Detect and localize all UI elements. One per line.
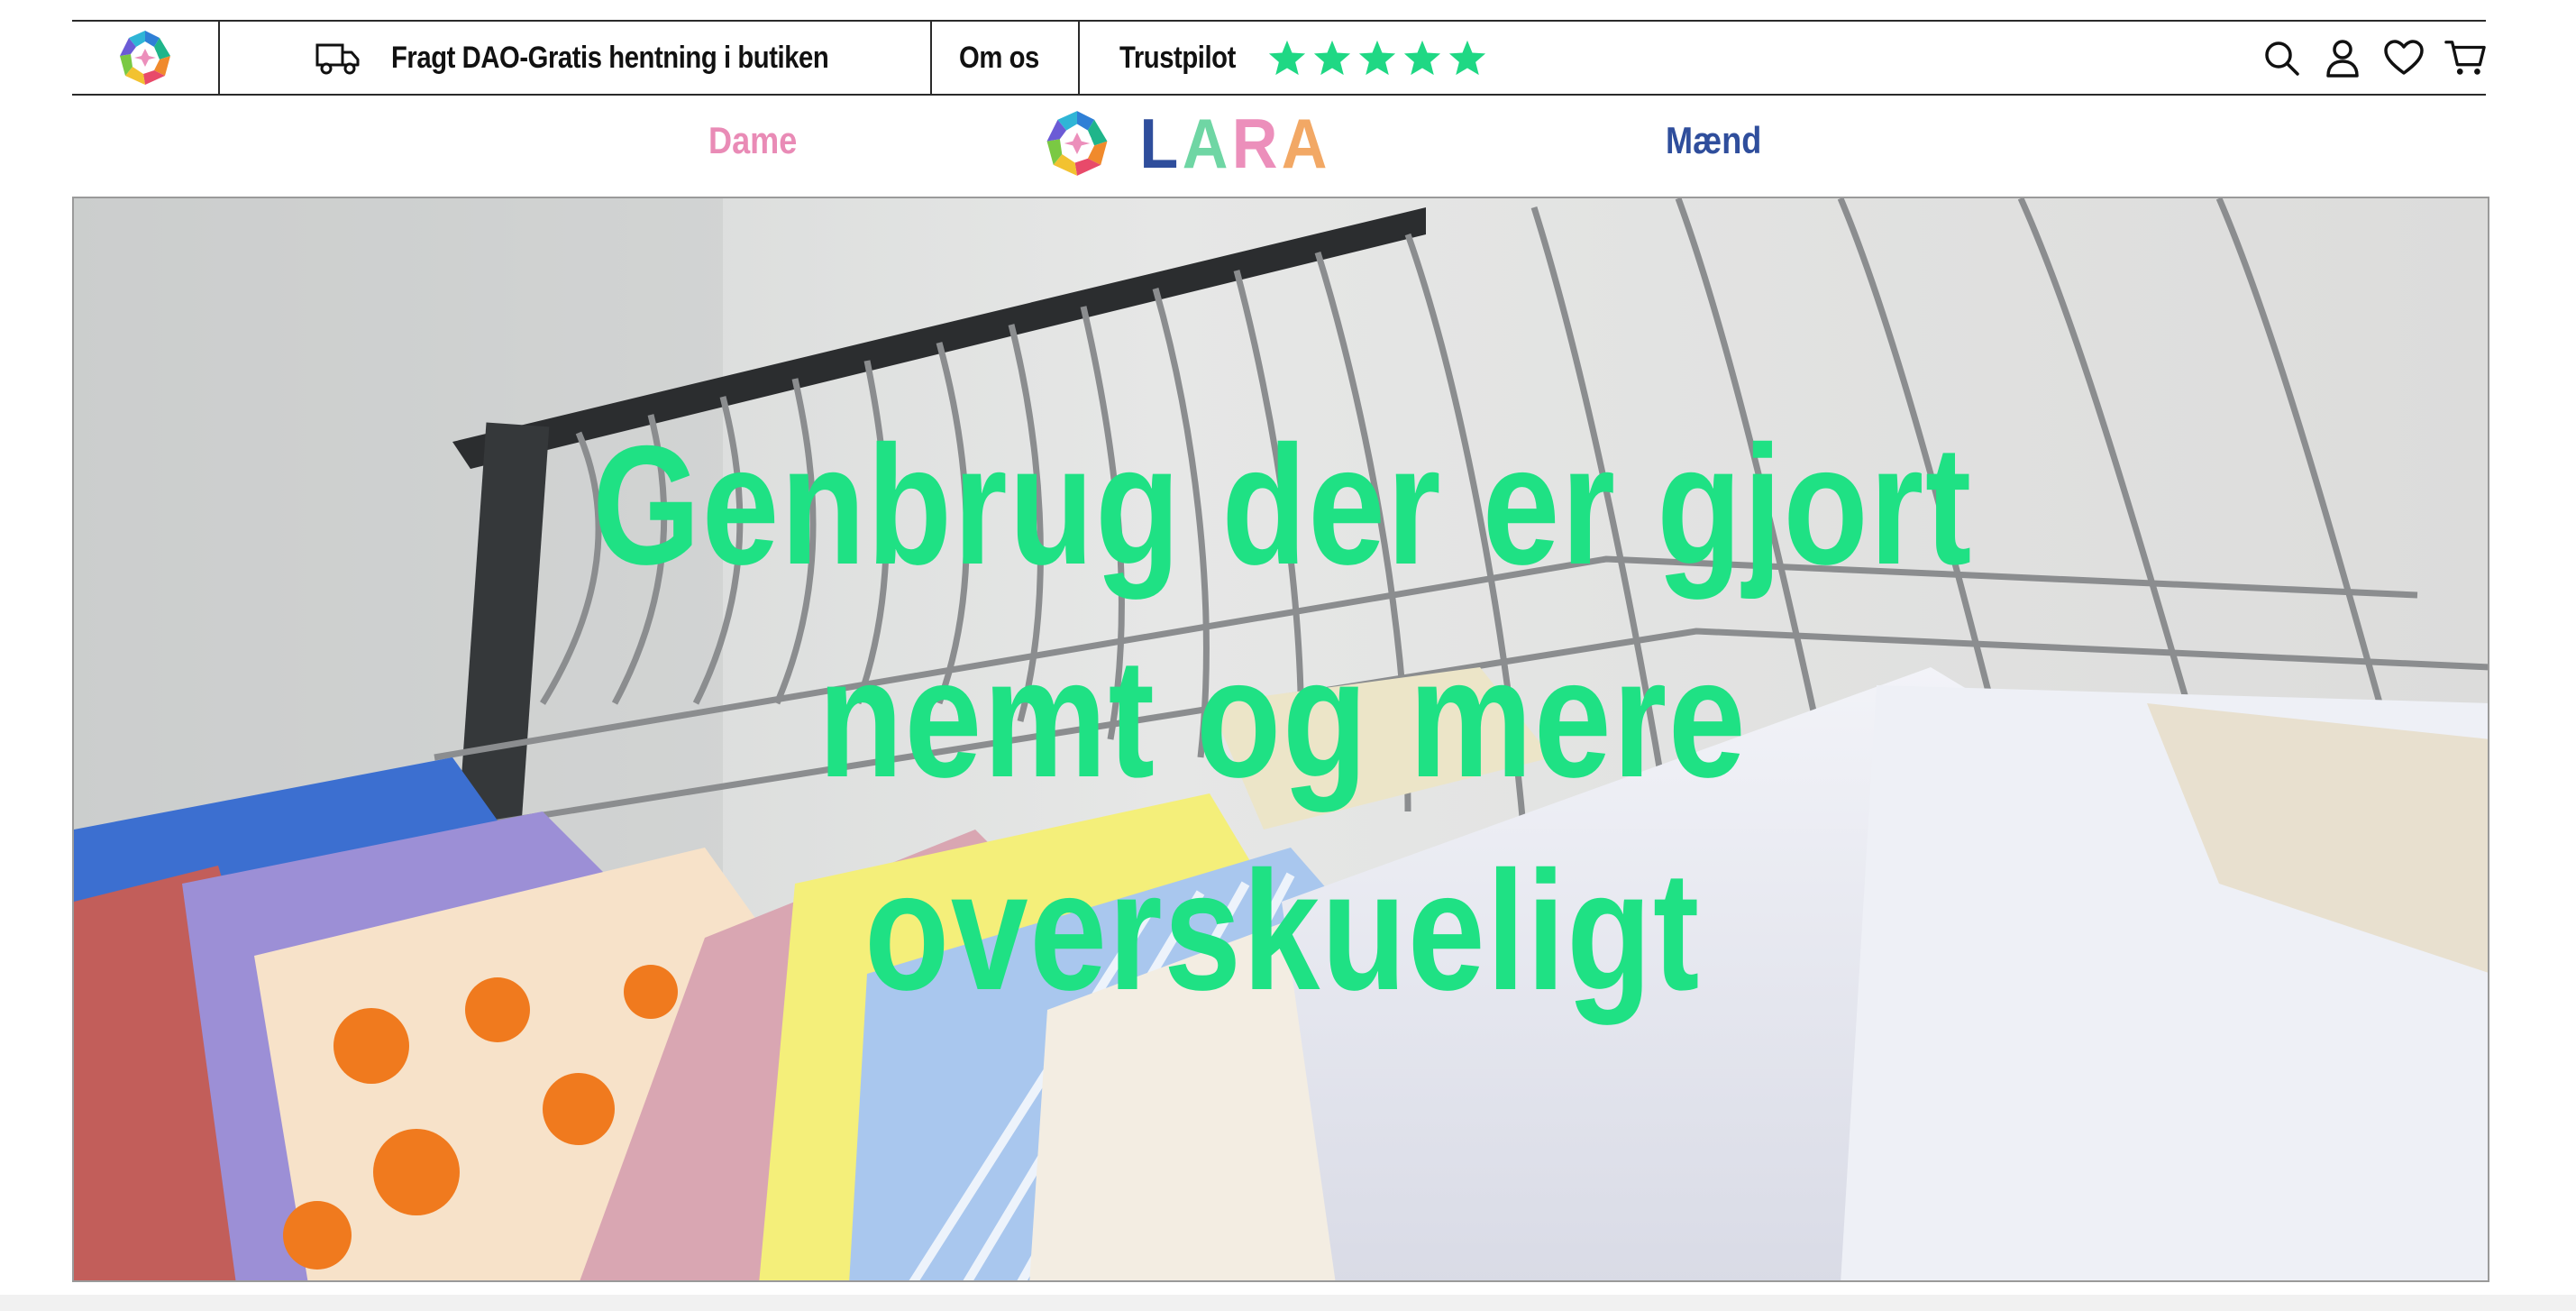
nav-women[interactable]: Dame (708, 119, 797, 162)
announcement-bar: Fragt DAO-Gratis hentning i butiken Om o… (72, 20, 2486, 96)
hero-banner[interactable]: Genbrug der er gjort nemt og mere oversk… (72, 197, 2489, 1282)
hero-headline-line-3: overskueligt (864, 836, 1701, 1025)
heart-icon[interactable] (2383, 37, 2425, 78)
trustpilot-label[interactable]: Trustpilot (1119, 41, 1236, 76)
hero-headline: Genbrug der er gjort nemt og mere oversk… (74, 399, 2488, 1037)
star-icon (1403, 40, 1440, 76)
star-icon (1313, 40, 1350, 76)
star-icon (1448, 40, 1485, 76)
small-logo-cell[interactable] (72, 22, 220, 94)
brand-letter-a1: A (1182, 104, 1228, 183)
hero-headline-line-1: Genbrug der er gjort (592, 410, 1973, 600)
page-bottom-strip (0, 1295, 2576, 1311)
brand-letter-a2: A (1282, 104, 1328, 183)
recycle-logo-icon[interactable] (113, 25, 178, 90)
about-label[interactable]: Om os (959, 41, 1039, 76)
star-rating (1267, 39, 1487, 77)
recycle-logo-icon[interactable] (1038, 105, 1116, 182)
brand-letter-r: R (1231, 104, 1278, 183)
nav-men[interactable]: Mænd (1666, 119, 1761, 162)
brand-letter-l: L (1139, 104, 1178, 183)
header-icons (2261, 22, 2486, 94)
brand-logo[interactable]: L A R A (1038, 103, 1329, 184)
trustpilot-rating[interactable]: Trustpilot (1119, 22, 1487, 94)
shipping-info: Fragt DAO-Gratis hentning i butiken (220, 22, 932, 94)
search-icon[interactable] (2261, 37, 2302, 78)
about-link[interactable]: Om os (932, 22, 1080, 94)
truck-icon (315, 40, 361, 76)
star-icon (1268, 40, 1305, 76)
brand-wordmark[interactable]: L A R A (1137, 108, 1329, 179)
star-icon (1358, 40, 1395, 76)
hero-headline-line-2: nemt og mere (818, 623, 1748, 812)
account-icon[interactable] (2322, 37, 2363, 78)
main-navigation: Dame L A R A Mænd (0, 96, 2576, 197)
cart-icon[interactable] (2444, 37, 2486, 78)
shipping-text: Fragt DAO-Gratis hentning i butiken (391, 40, 829, 75)
